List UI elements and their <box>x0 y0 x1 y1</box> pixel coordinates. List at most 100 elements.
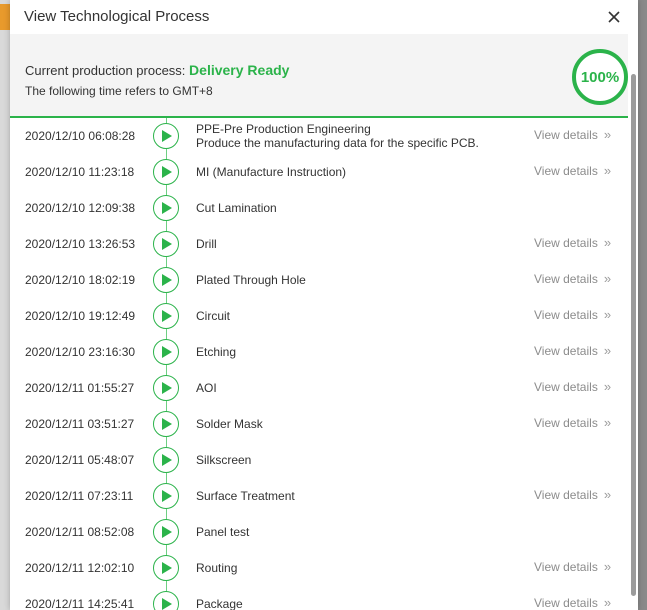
view-details-link[interactable]: View details » <box>534 235 611 250</box>
close-icon <box>608 11 620 23</box>
technological-process-modal: View Technological Process Current produ… <box>10 0 638 610</box>
step-time: 2020/12/11 08:52:08 <box>25 525 135 539</box>
double-chevron-right-icon: » <box>603 379 612 394</box>
view-details-link[interactable]: View details » <box>534 163 611 178</box>
step-time: 2020/12/11 03:51:27 <box>25 417 135 431</box>
step-time: 2020/12/10 13:26:53 <box>25 237 136 251</box>
play-icon <box>153 555 179 581</box>
step-name: Cut Lamination <box>196 201 277 215</box>
step-time: 2020/12/11 14:25:41 <box>25 597 135 610</box>
view-details-label: View details <box>534 164 598 178</box>
step-name: Plated Through Hole <box>196 273 306 287</box>
view-details-link[interactable]: View details » <box>534 127 611 142</box>
play-icon <box>153 267 179 293</box>
view-details-link[interactable]: View details » <box>534 343 611 358</box>
step-name: AOI <box>196 381 217 395</box>
play-icon <box>153 591 179 610</box>
double-chevron-right-icon: » <box>603 163 612 178</box>
view-details-label: View details <box>534 488 598 502</box>
step-time: 2020/12/10 06:08:28 <box>25 129 136 143</box>
process-step-row: 2020/12/11 05:48:07 Silkscreen <box>10 442 628 478</box>
step-name: PPE-Pre Production Engineering <box>196 122 371 136</box>
process-step-row: 2020/12/11 01:55:27 AOI View details » <box>10 370 628 406</box>
view-details-label: View details <box>534 416 598 430</box>
process-step-row: 2020/12/11 12:02:10 Routing View details » <box>10 550 628 586</box>
view-details-link[interactable]: View details » <box>534 559 611 574</box>
step-time: 2020/12/11 12:02:10 <box>25 561 135 575</box>
view-details-label: View details <box>534 236 598 250</box>
step-description: Produce the manufacturing data for the s… <box>196 136 479 150</box>
step-time: 2020/12/10 19:12:49 <box>25 309 136 323</box>
play-icon <box>153 411 179 437</box>
step-name: MI (Manufacture Instruction) <box>196 165 347 179</box>
step-time: 2020/12/11 07:23:11 <box>25 489 134 503</box>
close-button[interactable] <box>606 9 622 25</box>
view-details-link[interactable]: View details » <box>534 379 611 394</box>
step-time: 2020/12/11 01:55:27 <box>25 381 135 395</box>
view-details-link[interactable]: View details » <box>534 487 611 502</box>
process-step-row: 2020/12/10 13:26:53 Drill View details » <box>10 226 628 262</box>
step-name: Surface Treatment <box>196 489 295 503</box>
scrollbar-thumb[interactable] <box>631 74 636 596</box>
double-chevron-right-icon: » <box>603 595 612 610</box>
double-chevron-right-icon: » <box>603 487 612 502</box>
play-icon <box>153 231 179 257</box>
step-time: 2020/12/10 12:09:38 <box>25 201 136 215</box>
process-step-row: 2020/12/10 18:02:19 Plated Through Hole Vi… <box>10 262 628 298</box>
current-process-label: Current production process: <box>25 63 186 78</box>
double-chevron-right-icon: » <box>603 343 612 358</box>
process-step-row: 2020/12/10 06:08:28 PPE-Pre Production En… <box>10 118 628 154</box>
play-icon <box>153 375 179 401</box>
view-details-label: View details <box>534 596 598 610</box>
view-details-label: View details <box>534 272 598 286</box>
step-name: Package <box>196 597 243 610</box>
process-step-row: 2020/12/11 14:25:41 Package View details » <box>10 586 628 610</box>
play-icon <box>153 195 179 221</box>
modal-header: View Technological Process <box>10 0 638 34</box>
timezone-note: The following time refers to GMT+8 <box>25 84 213 98</box>
step-name: Circuit <box>196 309 231 323</box>
view-details-link[interactable]: View details » <box>534 307 611 322</box>
play-icon <box>153 303 179 329</box>
view-details-label: View details <box>534 128 598 142</box>
step-time: 2020/12/10 23:16:30 <box>25 345 136 359</box>
view-details-link[interactable]: View details » <box>534 595 611 610</box>
current-process-value: Delivery Ready <box>189 62 290 78</box>
double-chevron-right-icon: » <box>603 307 612 322</box>
view-details-link[interactable]: View details » <box>534 415 611 430</box>
play-icon <box>153 123 179 149</box>
current-process-line: Current production process: Delivery Rea… <box>25 62 289 78</box>
double-chevron-right-icon: » <box>603 559 612 574</box>
step-name: Silkscreen <box>196 453 252 467</box>
process-step-row: 2020/12/11 08:52:08 Panel test <box>10 514 628 550</box>
view-details-label: View details <box>534 344 598 358</box>
process-step-row: 2020/12/10 23:16:30 Etching View details » <box>10 334 628 370</box>
view-details-label: View details <box>534 560 598 574</box>
view-details-label: View details <box>534 308 598 322</box>
modal-title: View Technological Process <box>24 8 210 25</box>
scrollbar[interactable] <box>628 34 638 610</box>
status-panel: Current production process: Delivery Rea… <box>10 34 628 118</box>
view-details-label: View details <box>534 380 598 394</box>
play-icon <box>153 159 179 185</box>
play-icon <box>153 339 179 365</box>
process-step-row: 2020/12/10 11:23:18 MI (Manufacture Instr… <box>10 154 628 190</box>
double-chevron-right-icon: » <box>603 127 612 142</box>
play-icon <box>153 447 179 473</box>
process-step-row: 2020/12/11 03:51:27 Solder Mask View detai… <box>10 406 628 442</box>
step-name: Panel test <box>196 525 250 539</box>
double-chevron-right-icon: » <box>603 235 612 250</box>
process-step-row: 2020/12/11 07:23:11 Surface Treatment View… <box>10 478 628 514</box>
progress-ring: 100% <box>572 49 628 105</box>
double-chevron-right-icon: » <box>603 415 612 430</box>
step-time: 2020/12/10 11:23:18 <box>25 165 135 179</box>
play-icon <box>153 519 179 545</box>
progress-percent: 100% <box>580 68 620 86</box>
process-step-row: 2020/12/10 12:09:38 Cut Lamination <box>10 190 628 226</box>
step-time: 2020/12/10 18:02:19 <box>25 273 136 287</box>
process-step-row: 2020/12/10 19:12:49 Circuit View details » <box>10 298 628 334</box>
step-time: 2020/12/11 05:48:07 <box>25 453 135 467</box>
double-chevron-right-icon: » <box>603 271 612 286</box>
view-details-link[interactable]: View details » <box>534 271 611 286</box>
step-name: Solder Mask <box>196 417 263 431</box>
